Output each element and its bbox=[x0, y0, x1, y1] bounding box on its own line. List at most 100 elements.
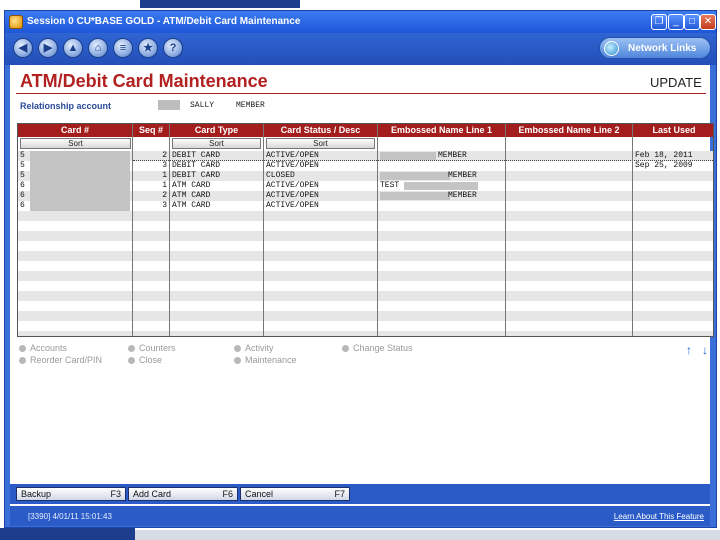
col-divider bbox=[132, 124, 133, 336]
option-close[interactable]: Close bbox=[128, 355, 162, 365]
card-status-cell: ACTIVE/OPEN bbox=[266, 161, 319, 170]
cancel-button[interactable]: Cancel F7 bbox=[240, 487, 350, 501]
sort-type-button[interactable]: Sort bbox=[172, 138, 261, 149]
card-number-cell: 5 bbox=[20, 161, 25, 170]
slide-accent-top bbox=[140, 0, 300, 8]
bullet-icon bbox=[234, 345, 241, 352]
table-row[interactable]: 6 3 ATM CARD ACTIVE/OPEN bbox=[18, 201, 713, 211]
backup-key: F3 bbox=[110, 489, 121, 499]
table-stripe bbox=[18, 331, 713, 336]
table-stripe bbox=[18, 221, 713, 231]
col-card-status[interactable]: Card Status / Desc bbox=[264, 125, 377, 135]
option-activity[interactable]: Activity bbox=[234, 343, 274, 353]
table-stripe bbox=[18, 251, 713, 261]
cancel-label: Cancel bbox=[245, 489, 274, 499]
name-line-1-cell: MEMBER bbox=[448, 171, 477, 180]
table-row[interactable]: 6 1 ATM CARD ACTIVE/OPEN TEST bbox=[18, 181, 713, 191]
option-maintenance-label: Maintenance bbox=[245, 355, 297, 365]
card-table: Card # Seq # Card Type Card Status / Des… bbox=[17, 123, 714, 337]
seq-cell: 1 bbox=[162, 171, 167, 180]
table-row[interactable]: 6 2 ATM CARD ACTIVE/OPEN MEMBER bbox=[18, 191, 713, 201]
restore-icon[interactable]: ❐ bbox=[651, 14, 667, 30]
option-close-label: Close bbox=[139, 355, 163, 365]
main-content: ATM/Debit Card Maintenance UPDATE Relati… bbox=[10, 65, 714, 522]
bullet-icon bbox=[342, 345, 349, 352]
bullet-icon bbox=[234, 357, 241, 364]
col-last-used[interactable]: Last Used bbox=[633, 125, 713, 135]
star-icon[interactable]: ★ bbox=[138, 38, 158, 58]
col-divider bbox=[505, 124, 506, 336]
card-number-cell: 6 bbox=[20, 181, 25, 190]
redacted-card-number bbox=[30, 191, 130, 201]
backup-button[interactable]: Backup F3 bbox=[16, 487, 126, 501]
col-divider bbox=[169, 124, 170, 336]
option-counters-label: Counters bbox=[139, 343, 176, 353]
card-number-cell: 6 bbox=[20, 201, 25, 210]
table-stripe bbox=[18, 321, 713, 331]
session-status: [3390] 4/01/11 15:01:43 bbox=[28, 512, 112, 521]
table-row[interactable]: 5 3 DEBIT CARD ACTIVE/OPEN Sep 25, 2009 bbox=[18, 161, 713, 171]
card-type-cell: ATM CARD bbox=[172, 191, 211, 200]
bullet-icon bbox=[19, 357, 26, 364]
close-button[interactable]: ✕ bbox=[700, 14, 716, 30]
sort-status-button[interactable]: Sort bbox=[266, 138, 375, 149]
redacted-card-number bbox=[30, 201, 130, 211]
sort-card-button[interactable]: Sort bbox=[20, 138, 131, 149]
table-stripe bbox=[18, 241, 713, 251]
card-number-cell: 6 bbox=[20, 191, 25, 200]
scroll-down-icon[interactable]: ↓ bbox=[702, 343, 708, 357]
table-stripe bbox=[18, 231, 713, 241]
back-arrow-icon[interactable]: ◀ bbox=[13, 38, 33, 58]
redacted-name bbox=[380, 152, 436, 160]
col-name-line-2[interactable]: Embossed Name Line 2 bbox=[506, 125, 632, 135]
forward-arrow-icon[interactable]: ▶ bbox=[38, 38, 58, 58]
seq-cell: 3 bbox=[162, 201, 167, 210]
window-title: Session 0 CU*BASE GOLD - ATM/Debit Card … bbox=[27, 16, 301, 27]
col-divider bbox=[377, 124, 378, 336]
redacted-card-number bbox=[30, 161, 130, 171]
mode-label: UPDATE bbox=[650, 75, 702, 90]
option-counters[interactable]: Counters bbox=[128, 343, 176, 353]
option-reorder-card[interactable]: Reorder Card/PIN bbox=[19, 355, 102, 365]
toolbar: ◀ ▶ ▲ ⌂ ≡ ★ ? Network Links bbox=[5, 33, 716, 65]
bullet-icon bbox=[128, 345, 135, 352]
card-status-cell: ACTIVE/OPEN bbox=[266, 201, 319, 210]
redacted-card-number bbox=[30, 181, 130, 191]
title-bar: Session 0 CU*BASE GOLD - ATM/Debit Card … bbox=[5, 11, 716, 33]
col-seq[interactable]: Seq # bbox=[133, 125, 169, 135]
backup-label: Backup bbox=[21, 489, 52, 499]
col-card-type[interactable]: Card Type bbox=[170, 125, 263, 135]
bullet-icon bbox=[19, 345, 26, 352]
network-links-button[interactable]: Network Links bbox=[599, 37, 711, 59]
add-card-button[interactable]: Add Card F6 bbox=[128, 487, 238, 501]
option-change-status[interactable]: Change Status bbox=[342, 343, 413, 353]
learn-feature-link[interactable]: Learn About This Feature bbox=[614, 512, 704, 521]
scroll-up-icon[interactable]: ↑ bbox=[686, 343, 692, 357]
status-bar: [3390] 4/01/11 15:01:43 Learn About This… bbox=[10, 506, 710, 526]
option-maintenance[interactable]: Maintenance bbox=[234, 355, 297, 365]
card-status-cell: CLOSED bbox=[266, 171, 295, 180]
table-stripe bbox=[18, 261, 713, 271]
last-used-cell: Sep 25, 2009 bbox=[635, 161, 693, 170]
col-card-number[interactable]: Card # bbox=[18, 125, 132, 135]
list-icon[interactable]: ≡ bbox=[113, 38, 133, 58]
col-name-line-1[interactable]: Embossed Name Line 1 bbox=[378, 125, 505, 135]
app-icon bbox=[9, 15, 23, 29]
table-stripe bbox=[18, 291, 713, 301]
redacted-card-number bbox=[30, 171, 130, 181]
redacted-card-number bbox=[30, 151, 130, 161]
help-icon[interactable]: ? bbox=[163, 38, 183, 58]
add-card-label: Add Card bbox=[133, 489, 172, 499]
up-arrow-icon[interactable]: ▲ bbox=[63, 38, 83, 58]
globe-icon bbox=[604, 41, 619, 56]
card-status-cell: ACTIVE/OPEN bbox=[266, 181, 319, 190]
option-reorder-label: Reorder Card/PIN bbox=[30, 355, 103, 365]
name-line-1-cell: MEMBER bbox=[448, 191, 477, 200]
redacted-name bbox=[380, 172, 450, 180]
minimize-button[interactable]: _ bbox=[668, 14, 684, 30]
table-row[interactable]: 5 1 DEBIT CARD CLOSED MEMBER bbox=[18, 171, 713, 181]
option-accounts[interactable]: Accounts bbox=[19, 343, 67, 353]
home-icon[interactable]: ⌂ bbox=[88, 38, 108, 58]
maximize-button[interactable]: □ bbox=[684, 14, 700, 30]
table-stripe bbox=[18, 271, 713, 281]
